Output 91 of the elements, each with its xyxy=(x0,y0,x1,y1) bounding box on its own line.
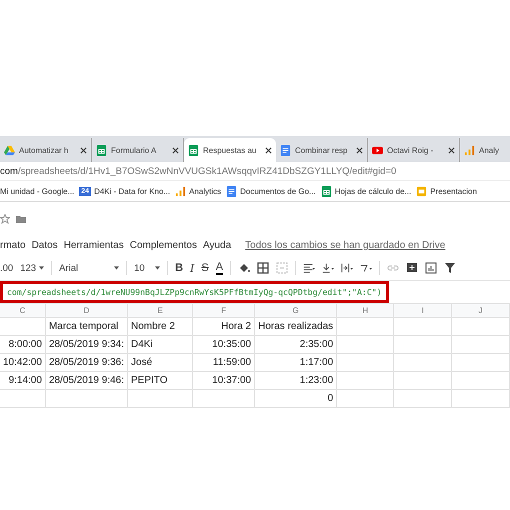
bookmark-link[interactable]: D4Ki - Data for Kno... xyxy=(94,186,170,196)
table-cell: 28/05/2019 9:34: xyxy=(48,339,124,350)
column-header[interactable]: D xyxy=(45,304,128,318)
table-cell: 9:14:00 xyxy=(8,375,42,386)
slides-icon xyxy=(416,186,428,196)
table-cell: PEPITO xyxy=(131,375,168,386)
menu-item[interactable]: Herramientas xyxy=(64,240,124,250)
browser-tab[interactable]: Combinar resp xyxy=(276,138,368,162)
text-wrap-icon[interactable] xyxy=(341,262,354,274)
folder-icon[interactable] xyxy=(16,214,26,224)
close-icon[interactable] xyxy=(265,146,272,154)
column-header[interactable]: H xyxy=(336,304,394,318)
table-cell: 10:35:00 xyxy=(212,339,252,350)
star-icon[interactable] xyxy=(0,214,10,224)
menu-item[interactable]: Ayuda xyxy=(202,240,232,250)
table-cell: Horas realizadas xyxy=(258,321,334,332)
column-header[interactable]: G xyxy=(254,304,337,318)
table-cell: Hora 2 xyxy=(221,321,252,332)
column-header[interactable]: I xyxy=(394,304,452,318)
save-status-link[interactable]: Todos los cambios se han guardado en Drive xyxy=(245,240,446,250)
triangle-icon xyxy=(4,144,15,156)
number-format-dropdown[interactable]: 123 xyxy=(20,262,44,274)
tab-title: Combinar resp xyxy=(295,146,348,154)
tab-title: Octavi Roig - xyxy=(387,146,434,154)
tab-title: Formulario A xyxy=(111,146,158,154)
align-left-icon[interactable] xyxy=(303,262,316,274)
filter-icon[interactable] xyxy=(444,262,456,274)
menu-item[interactable]: Complementos xyxy=(130,240,197,250)
borders-icon[interactable] xyxy=(257,262,270,274)
table-cell: 8:00:00 xyxy=(8,339,42,350)
column-header[interactable]: C xyxy=(0,304,46,318)
document-icon xyxy=(226,186,238,196)
caret-icon xyxy=(155,266,160,270)
browser-tab[interactable]: Respuestas au xyxy=(184,138,276,162)
paint-bucket-icon[interactable] xyxy=(238,262,250,274)
close-icon[interactable] xyxy=(356,146,363,154)
bookmark-link[interactable]: Mi unidad - Google... xyxy=(0,186,74,196)
font-size-dropdown[interactable]: 10 xyxy=(134,262,160,274)
font-dropdown[interactable]: Arial xyxy=(59,262,120,274)
url-text[interactable]: com/spreadsheets/d/1Hv1_B7OSwS2wNnVVUGSk1AWsqqvIRZ41DbSZGY1LLYQ/edit#gid=0 xyxy=(0,166,396,176)
merge-cells-icon[interactable] xyxy=(276,262,288,274)
comment-icon[interactable] xyxy=(406,262,418,274)
vertical-align-icon[interactable] xyxy=(322,262,334,274)
table-cell: 1:17:00 xyxy=(300,357,334,368)
table-cell: 10:42:00 xyxy=(3,357,42,368)
table-cell: 2:35:00 xyxy=(300,339,334,350)
browser-tab[interactable]: Automatizar h xyxy=(0,138,92,162)
text-rotate-icon[interactable] xyxy=(360,262,372,274)
decimal-button[interactable]: .00 xyxy=(0,262,14,274)
bar-chart-icon xyxy=(464,144,475,156)
close-icon[interactable] xyxy=(448,146,455,154)
bookmark-link[interactable]: Hojas de cálculo de... xyxy=(334,186,412,196)
browser-tab[interactable]: Octavi Roig - xyxy=(368,138,460,162)
bookmark-link[interactable]: Analytics xyxy=(189,186,222,196)
document-icon xyxy=(280,144,291,156)
spreadsheet-icon xyxy=(188,144,199,156)
table-cell: 28/05/2019 9:46: xyxy=(48,375,124,386)
bookmark-link[interactable]: Presentacion xyxy=(430,186,477,196)
table-cell: 28/05/2019 9:36: xyxy=(48,357,124,368)
bold-button[interactable]: B xyxy=(175,262,184,274)
italic-button[interactable]: I xyxy=(190,262,194,274)
bookmark-link[interactable]: Documentos de Go... xyxy=(240,186,316,196)
chart-icon[interactable] xyxy=(425,262,438,274)
table-cell: Nombre 2 xyxy=(131,321,175,332)
caret-icon xyxy=(39,266,44,270)
formula-field[interactable]: com/spreadsheets/d/1wreNU99nBqJLZPp9cnRwYsK5PFfBtmIyQg-qcQPDtbg/edit";"A:C") xyxy=(0,281,389,303)
table-cell: Marca temporal xyxy=(48,321,118,332)
spreadsheet-icon xyxy=(320,186,332,196)
text-color-button[interactable]: A xyxy=(216,262,224,274)
spreadsheet-icon xyxy=(96,144,107,156)
menu-item[interactable]: rmato xyxy=(0,240,26,250)
table-cell: 10:37:00 xyxy=(212,375,252,386)
close-icon[interactable] xyxy=(172,146,179,154)
browser-tab[interactable]: Analy xyxy=(460,138,510,162)
table-cell: 1:23:00 xyxy=(300,375,334,386)
table-cell: 0 xyxy=(328,393,334,404)
play-icon xyxy=(372,144,383,156)
column-header[interactable]: F xyxy=(192,304,255,318)
tab-title: Analy xyxy=(479,146,500,154)
close-icon[interactable] xyxy=(80,146,87,154)
menu-item[interactable]: Datos xyxy=(32,240,58,250)
tab-title: Automatizar h xyxy=(19,146,70,154)
bar-chart-icon xyxy=(175,186,186,196)
strikethrough-button[interactable]: S xyxy=(201,262,209,274)
column-header[interactable]: E xyxy=(128,304,193,318)
caret-icon xyxy=(114,266,120,270)
tab-title: Respuestas au xyxy=(203,146,258,154)
table-cell: D4Ki xyxy=(131,339,153,350)
table-cell: José xyxy=(131,357,152,368)
column-header[interactable]: J xyxy=(452,304,510,318)
table-cell: 11:59:00 xyxy=(212,357,252,368)
